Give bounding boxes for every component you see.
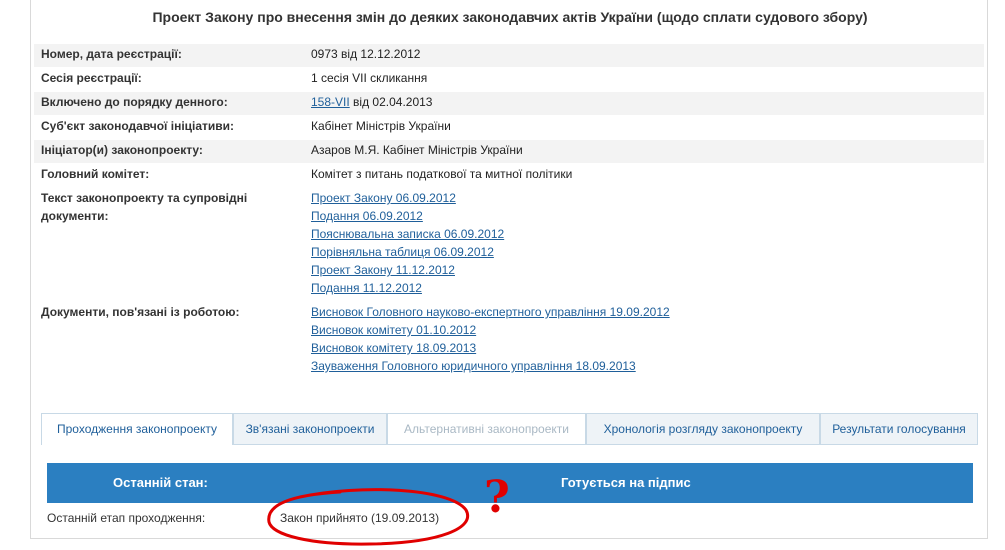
session-value: 1 сесія VII скликання bbox=[311, 71, 428, 85]
last-state-value: Готується на підпис bbox=[561, 475, 691, 490]
registration-label: Номер, дата реєстрації: bbox=[41, 47, 182, 61]
last-state-bar: Останній стан: Готується на підпис bbox=[47, 463, 973, 503]
committee-value: Комітет з питань податкової та митної по… bbox=[311, 167, 573, 181]
subject-value: Кабінет Міністрів України bbox=[311, 119, 451, 133]
text-doc-link[interactable]: Подання 11.12.2012 bbox=[311, 279, 504, 297]
related-doc-link[interactable]: Висновок комітету 18.09.2013 bbox=[311, 339, 670, 357]
agenda-label: Включено до порядку денного: bbox=[41, 95, 228, 109]
tab-progress[interactable]: Проходження законопроекту bbox=[41, 413, 233, 445]
text-doc-link[interactable]: Пояснювальна записка 06.09.2012 bbox=[311, 225, 504, 243]
last-state-label: Останній стан: bbox=[113, 475, 208, 490]
tab-review-chronology[interactable]: Хронологія розгляду законопроекту bbox=[586, 413, 820, 444]
related-docs-label: Документи, пов'язані із роботою: bbox=[41, 305, 240, 319]
related-doc-link[interactable]: Висновок комітету 01.10.2012 bbox=[311, 321, 670, 339]
texts-label: Текст законопроекту та супровідні докуме… bbox=[41, 189, 281, 225]
registration-value: 0973 від 12.12.2012 bbox=[311, 47, 421, 61]
agenda-value: 158-VII від 02.04.2013 bbox=[311, 93, 432, 111]
agenda-date: від 02.04.2013 bbox=[353, 95, 433, 109]
committee-label: Головний комітет: bbox=[41, 167, 150, 181]
text-documents-list: Проект Закону 06.09.2012 Подання 06.09.2… bbox=[311, 189, 504, 297]
last-stage-label: Останній етап проходження: bbox=[47, 511, 206, 525]
page-title: Проект Закону про внесення змін до деяки… bbox=[152, 9, 868, 25]
tab-voting-results[interactable]: Результати голосування bbox=[820, 413, 978, 444]
text-doc-link[interactable]: Подання 06.09.2012 bbox=[311, 207, 504, 225]
last-stage-row: Останній етап проходження: Закон прийнят… bbox=[47, 508, 973, 528]
related-documents-list: Висновок Головного науково-експертного у… bbox=[311, 303, 670, 375]
tab-bar: Проходження законопроекту Зв'язані закон… bbox=[41, 413, 978, 445]
initiator-label: Ініціатор(и) законопроекту: bbox=[41, 143, 203, 157]
agenda-link[interactable]: 158-VII bbox=[311, 95, 350, 109]
initiator-value: Азаров М.Я. Кабінет Міністрів України bbox=[311, 143, 523, 157]
tab-linked-bills[interactable]: Зв'язані законопроекти bbox=[233, 413, 387, 444]
session-label: Сесія реєстрації: bbox=[41, 71, 142, 85]
last-stage-value: Закон прийнято (19.09.2013) bbox=[280, 511, 440, 525]
texts-label-line1: Текст законопроекту та супровідні bbox=[41, 191, 248, 205]
tab-alternative-bills: Альтернативні законопроекти bbox=[387, 413, 586, 444]
text-doc-link[interactable]: Порівняльна таблиця 06.09.2012 bbox=[311, 243, 504, 261]
texts-label-line2: документи: bbox=[41, 209, 109, 223]
text-doc-link[interactable]: Проект Закону 06.09.2012 bbox=[311, 189, 504, 207]
related-doc-link[interactable]: Висновок Головного науково-експертного у… bbox=[311, 303, 670, 321]
related-doc-link[interactable]: Зауваження Головного юридичного управлін… bbox=[311, 357, 670, 375]
text-doc-link[interactable]: Проект Закону 11.12.2012 bbox=[311, 261, 504, 279]
subject-label: Суб'єкт законодавчої ініціативи: bbox=[41, 119, 235, 133]
